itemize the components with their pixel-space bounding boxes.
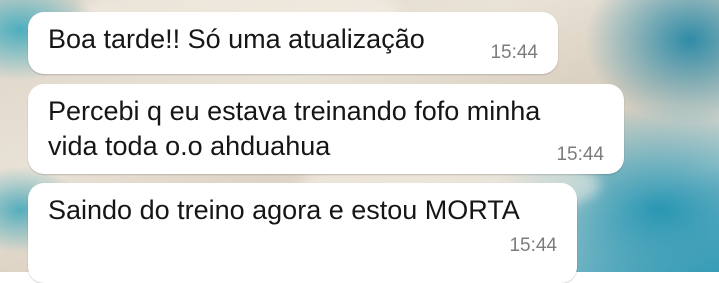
message-timestamp: 15:44 — [556, 144, 604, 165]
message-bubble[interactable]: Boa tarde!! Só uma atualização 15:44 — [28, 12, 558, 74]
message-text: Boa tarde!! Só uma atualização — [48, 24, 425, 54]
message-list[interactable]: Boa tarde!! Só uma atualização 15:44 Per… — [0, 0, 719, 283]
message-text: Saindo do treino agora e estou MORTA — [48, 195, 520, 225]
message-text: Percebi q eu estava treinando fofo minha… — [48, 96, 541, 161]
message-timestamp: 15:44 — [509, 235, 557, 256]
message-bubble[interactable]: Percebi q eu estava treinando fofo minha… — [28, 84, 624, 174]
message-timestamp: 15:44 — [490, 42, 538, 63]
message-bubble[interactable]: Saindo do treino agora e estou MORTA 15:… — [28, 183, 577, 283]
